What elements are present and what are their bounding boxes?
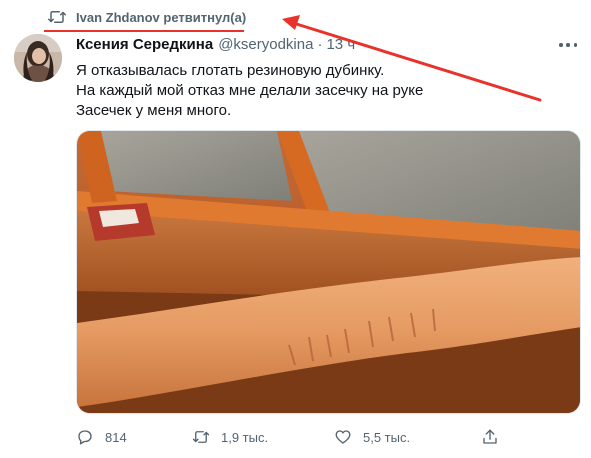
annotation-underline bbox=[44, 30, 244, 32]
tweet-text-line: Засечек у меня много. bbox=[76, 102, 232, 119]
tweet-header: Ксения Середкина @kseryodkina · 13 ч bbox=[76, 36, 551, 53]
more-options-icon[interactable] bbox=[559, 36, 577, 54]
retweet-icon bbox=[192, 431, 210, 443]
heart-icon bbox=[335, 430, 351, 444]
share-icon bbox=[483, 429, 497, 444]
retweet-context[interactable]: Ivan Zhdanov ретвитнул(а) bbox=[48, 7, 246, 27]
reply-count: 814 bbox=[105, 429, 127, 445]
display-name[interactable]: Ксения Середкина bbox=[76, 36, 213, 53]
tweet-photo[interactable] bbox=[76, 130, 581, 414]
share-button[interactable] bbox=[481, 424, 510, 450]
retweet-label[interactable]: Ivan Zhdanov ретвитнул(а) bbox=[76, 10, 246, 25]
avatar[interactable] bbox=[14, 34, 62, 82]
retweet-button[interactable]: 1,9 тыс. bbox=[192, 424, 268, 450]
tweet-text-line: Я отказывалась глотать резиновую дубинку… bbox=[76, 62, 385, 79]
retweet-count: 1,9 тыс. bbox=[221, 429, 269, 445]
user-handle[interactable]: @kseryodkina bbox=[218, 36, 313, 53]
retweet-icon bbox=[48, 11, 66, 23]
reply-button[interactable]: 814 bbox=[76, 424, 127, 450]
like-count: 5,5 тыс. bbox=[363, 429, 411, 445]
tweet-text-line: На каждый мой отказ мне делали засечку н… bbox=[76, 82, 424, 99]
tweet-text: Я отказывалась глотать резиновую дубинку… bbox=[76, 61, 576, 121]
timestamp[interactable]: 13 ч bbox=[326, 36, 355, 53]
like-button[interactable]: 5,5 тыс. bbox=[334, 424, 410, 450]
separator-dot: · bbox=[317, 36, 323, 53]
tweet-action-bar: 814 1,9 тыс. 5,5 тыс. bbox=[76, 424, 581, 450]
reply-icon bbox=[78, 430, 92, 445]
